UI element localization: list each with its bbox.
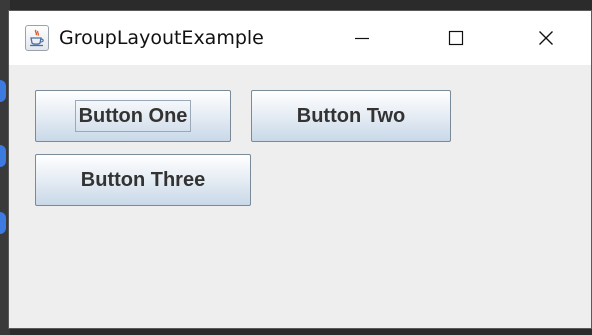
app-window: GroupLayoutExample Button One Button Two bbox=[8, 10, 592, 329]
minimize-button[interactable] bbox=[339, 11, 385, 65]
maximize-icon bbox=[448, 30, 464, 46]
desktop-edge-marker bbox=[0, 80, 6, 102]
maximize-button[interactable] bbox=[433, 11, 479, 65]
desktop-edge-marker bbox=[0, 145, 6, 167]
close-button[interactable] bbox=[523, 11, 569, 65]
button-three[interactable]: Button Three bbox=[35, 154, 251, 206]
window-title: GroupLayoutExample bbox=[59, 27, 264, 49]
title-bar[interactable]: GroupLayoutExample bbox=[9, 11, 591, 65]
button-three-label: Button Three bbox=[80, 169, 206, 191]
content-pane: Button One Button Two Button Three bbox=[9, 65, 591, 328]
button-two[interactable]: Button Two bbox=[251, 90, 451, 142]
button-two-label: Button Two bbox=[296, 105, 406, 127]
button-one[interactable]: Button One bbox=[35, 90, 231, 142]
minimize-icon bbox=[355, 37, 369, 40]
desktop-edge-marker bbox=[0, 212, 6, 234]
close-icon bbox=[539, 31, 553, 45]
java-cup-icon[interactable] bbox=[25, 25, 49, 51]
button-one-label: Button One bbox=[74, 100, 192, 132]
